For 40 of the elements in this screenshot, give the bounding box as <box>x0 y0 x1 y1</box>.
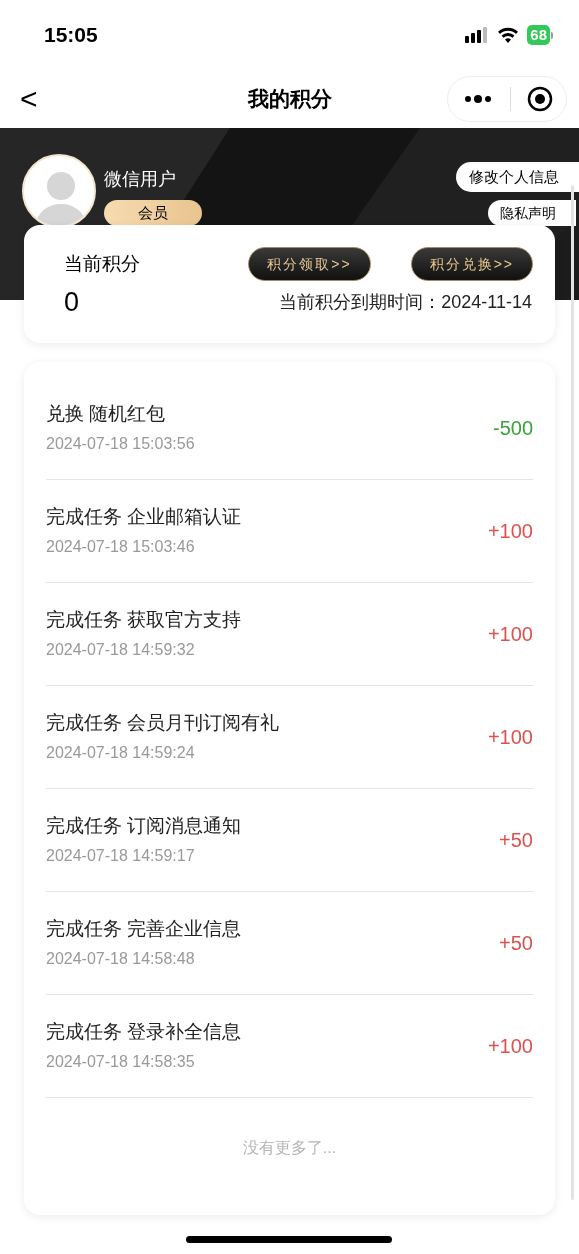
member-badge: 会员 <box>104 200 202 226</box>
record-amount: +100 <box>487 519 533 544</box>
points-label: 当前积分 <box>64 251 140 276</box>
status-time: 15:05 <box>44 22 98 49</box>
record-title: 完成任务 企业邮箱认证 <box>46 504 242 529</box>
privacy-button[interactable]: 隐私声明 <box>488 200 576 226</box>
edit-profile-button[interactable]: 修改个人信息 <box>456 162 579 192</box>
close-icon[interactable] <box>527 86 553 112</box>
battery-icon: 68 <box>527 25 553 45</box>
points-button[interactable]: 积分兑换>> <box>410 247 533 281</box>
record-amount: +50 <box>499 931 533 956</box>
record-amount: +100 <box>487 622 533 647</box>
record-time: 2024-07-18 14:58:48 <box>46 949 196 970</box>
record-time: 2024-07-18 15:03:46 <box>46 537 196 558</box>
record-time: 2024-07-18 14:58:35 <box>46 1052 196 1073</box>
record-amount: +50 <box>499 828 533 853</box>
record-title: 完成任务 会员月刊订阅有礼 <box>46 710 280 735</box>
record-title: 完成任务 订阅消息通知 <box>46 813 242 838</box>
more-icon[interactable] <box>464 95 492 103</box>
points-value: 0 <box>64 289 80 316</box>
record-title: 完成任务 登录补全信息 <box>46 1019 242 1044</box>
end-note: 没有更多了... <box>241 1138 338 1158</box>
record-time: 2024-07-18 14:59:24 <box>46 743 196 764</box>
record-time: 2024-07-18 14:59:32 <box>46 640 196 661</box>
record-amount: +100 <box>487 1034 533 1059</box>
record-time: 2024-07-18 14:59:17 <box>46 846 196 867</box>
signal-icon <box>465 27 490 43</box>
expiry-label: 当前积分到期时间： <box>279 291 442 314</box>
record-time: 2024-07-18 15:03:56 <box>46 434 195 455</box>
page-title: 我的积分 <box>247 86 332 113</box>
expiry-date: 2024-11-14 <box>441 291 532 314</box>
record-title: 完成任务 获取官方支持 <box>46 607 242 632</box>
record-amount: +100 <box>487 725 533 750</box>
record-amount: -500 <box>492 416 533 441</box>
points-button[interactable]: 积分领取>> <box>248 247 371 281</box>
wifi-icon <box>497 27 520 43</box>
back-button[interactable]: < <box>20 84 38 114</box>
record-title: 兑换 随机红包 <box>46 401 167 426</box>
user-name: 微信用户 <box>104 168 176 191</box>
record-title: 完成任务 完善企业信息 <box>46 916 242 941</box>
